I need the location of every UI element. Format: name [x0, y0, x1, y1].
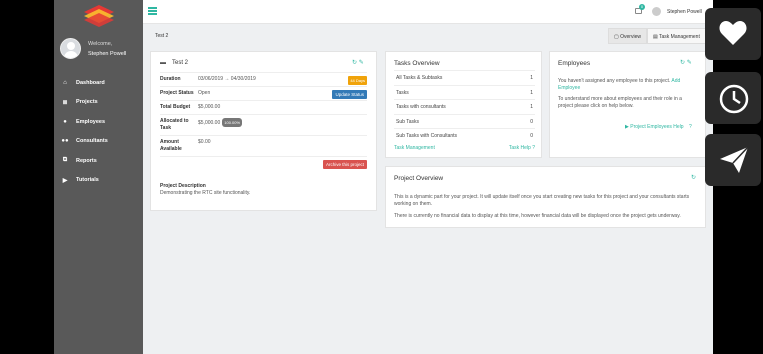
menu-toggle-icon[interactable]: [148, 7, 157, 15]
tasks-overview-title: Tasks Overview: [394, 60, 440, 67]
sidebar-item-label: Reports: [76, 157, 97, 164]
app-frame: Welcome, Stephen Powell ⌂ Dashboard ≣ Proj…: [54, 0, 713, 354]
list-item: Tasks with consultants 1: [394, 99, 535, 114]
project-name-heading: ▬ Test 2: [160, 60, 189, 66]
main-content: 0 Stephen Powell Test 2 ▢ Overview ▤ Tas…: [143, 0, 713, 354]
users-icon: ●●: [61, 138, 69, 145]
project-details-card: ▬ Test 2 ↻ ✎ Duration 03/06/2019 → 04/30/…: [150, 51, 377, 211]
list-item: Tasks 1: [394, 84, 535, 100]
task-help-link[interactable]: Task Help ?: [509, 145, 535, 151]
home-icon: ⌂: [63, 79, 67, 86]
user-icon: ●: [63, 118, 67, 125]
sidebar-item-label: Consultants: [76, 138, 108, 145]
allocation-percent-badge: 100.00%: [222, 118, 243, 127]
like-button[interactable]: [705, 8, 761, 60]
project-employees-help-link[interactable]: ▶ Project Employees Help ?: [625, 124, 692, 130]
list-item: Sub Tasks 0: [394, 113, 535, 129]
floating-actions: [705, 0, 763, 354]
edit-icon[interactable]: ✎: [687, 60, 692, 66]
description-text: Demonstrating the RTC site functionality…: [160, 190, 251, 196]
archive-project-button[interactable]: Archive this project: [322, 160, 367, 169]
play-icon: ▶: [62, 177, 68, 184]
project-overview-card: Project Overview ↻ This is a dynamic par…: [385, 166, 706, 228]
send-icon: [720, 146, 749, 173]
refresh-icon[interactable]: ↻: [680, 60, 685, 66]
duration-badge: 44 Days: [348, 76, 367, 85]
welcome-text: Welcome,: [88, 41, 113, 47]
task-management-link[interactable]: Task Management: [394, 145, 435, 151]
list-icon: ≣: [62, 99, 68, 106]
list-item: All Tasks & Subtasks 1: [394, 70, 535, 85]
sidebar-item-label: Tutorials: [76, 177, 99, 184]
avatar: [60, 38, 81, 59]
list-item: Sub Tasks with Consultants 0: [394, 128, 535, 143]
employees-text: You haven't assigned any employee to thi…: [558, 78, 682, 109]
project-overview-text: This is a dynamic part for your project.…: [394, 194, 690, 219]
field-available: Amount Available $0.00: [160, 135, 367, 156]
edit-icon[interactable]: ✎: [359, 60, 364, 66]
sidebar-item-dashboard[interactable]: ⌂ Dashboard: [54, 73, 143, 93]
sidebar-item-employees[interactable]: ● Employees: [54, 112, 143, 132]
heart-icon: [719, 21, 747, 45]
help-icon: ?: [688, 124, 692, 130]
share-button[interactable]: [705, 134, 761, 186]
view-tabs: ▢ Overview ▤ Task Management: [608, 28, 706, 44]
tasks-overview-card: Tasks Overview All Tasks & Subtasks 1 Tas…: [385, 51, 542, 158]
employees-card: Employees ↻ ✎ You haven't assigned any e…: [549, 51, 706, 158]
field-status: Project Status Open Update Status: [160, 86, 367, 100]
tasks-footer: Task Management Task Help ?: [394, 145, 535, 151]
sub-header: Test 2 ▢ Overview ▤ Task Management: [143, 28, 713, 44]
sidebar-item-projects[interactable]: ≣ Projects: [54, 93, 143, 113]
employees-title: Employees: [558, 60, 591, 67]
refresh-icon[interactable]: ↻: [352, 60, 357, 66]
tab-overview[interactable]: ▢ Overview: [608, 28, 647, 44]
sidebar-item-label: Projects: [76, 99, 98, 106]
folder-icon: ▬: [160, 60, 166, 66]
sidebar-item-reports[interactable]: ⧉ Reports: [54, 151, 143, 171]
sidebar-item-label: Employees: [76, 118, 106, 125]
user-panel: Welcome, Stephen Powell: [60, 38, 140, 62]
field-budget: Total Budget $5,000.00: [160, 100, 367, 114]
page-title: Test 2: [155, 33, 169, 39]
field-allocated: Allocated to Task $5,000.00 100.00%: [160, 114, 367, 135]
sidebar-item-label: Dashboard: [76, 79, 105, 86]
sidebar-item-tutorials[interactable]: ▶ Tutorials: [54, 171, 143, 191]
update-status-button[interactable]: Update Status: [332, 90, 367, 99]
card-tools: ↻ ✎: [352, 59, 364, 66]
sidebar-nav: ⌂ Dashboard ≣ Projects ● Employees ●● Consul…: [54, 73, 143, 190]
refresh-icon[interactable]: ↻: [691, 174, 696, 181]
help-icon: ?: [532, 145, 535, 151]
project-overview-title: Project Overview: [394, 175, 444, 182]
field-duration: Duration 03/06/2019 → 04/30/2019 44 Days: [160, 72, 367, 86]
reports-icon: ⧉: [62, 157, 68, 164]
sidebar-item-consultants[interactable]: ●● Consultants: [54, 132, 143, 152]
description-label: Project Description: [160, 183, 206, 189]
clock-icon: [719, 84, 749, 114]
company-logo[interactable]: [84, 5, 114, 27]
top-user-name[interactable]: Stephen Powell: [667, 9, 702, 15]
sidebar: Welcome, Stephen Powell ⌂ Dashboard ≣ Proj…: [54, 0, 143, 354]
watch-later-button[interactable]: [705, 72, 761, 124]
sidebar-user-name: Stephen Powell: [88, 51, 127, 57]
tasks-list: All Tasks & Subtasks 1 Tasks 1 Tasks with …: [394, 70, 535, 143]
top-avatar[interactable]: [652, 7, 661, 16]
top-bar: 0 Stephen Powell: [143, 0, 713, 24]
tab-task-management[interactable]: ▤ Task Management: [646, 28, 706, 44]
notification-badge: 0: [639, 4, 645, 10]
card-tools: ↻ ✎: [680, 59, 692, 66]
archive-row: Archive this project: [160, 156, 367, 170]
project-fields: Duration 03/06/2019 → 04/30/2019 44 Days …: [160, 72, 367, 170]
